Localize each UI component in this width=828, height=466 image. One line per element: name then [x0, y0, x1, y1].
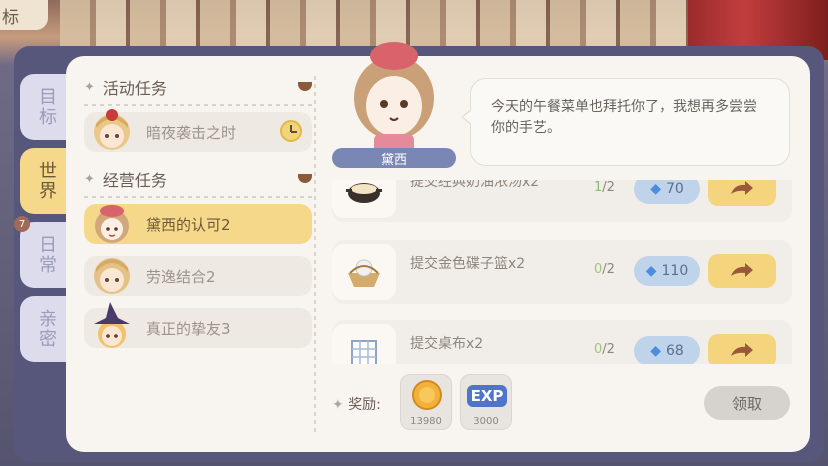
bowl-icon [298, 174, 312, 183]
plate-basket-icon [332, 244, 396, 300]
tab-intimacy-label: 亲密 [36, 309, 57, 349]
business-task-item[interactable]: 真正的挚友3 [84, 302, 312, 348]
tab-world-label: 世界 [36, 161, 57, 201]
quest-row: 提交桌布x2 0/2 ◆ 68 [332, 320, 792, 364]
daisy-avatar [88, 198, 136, 246]
go-button[interactable] [708, 180, 776, 206]
reward-label: ✦ 奖励: [332, 397, 381, 413]
arrow-right-icon [731, 343, 753, 357]
column-divider [314, 76, 316, 436]
star-icon: ✦ [84, 79, 95, 95]
business-task-item[interactable]: 劳逸结合2 [84, 256, 312, 296]
activity-section-header: ✦ 活动任务 [84, 72, 312, 102]
tablecloth-icon [332, 324, 396, 364]
gem-reward: ◆ 70 [634, 180, 700, 204]
star-icon: ✦ [84, 171, 95, 187]
coin-icon [412, 380, 442, 410]
quest-list[interactable]: 提交经典奶油浓汤x2 1/2 ◆ 70 提交金色碟子篮x2 0/2 ◆ 110 … [332, 180, 794, 364]
sparkle-icon: ✦ [332, 397, 344, 413]
business-section-header: ✦ 经营任务 [84, 164, 312, 194]
business-task-item[interactable]: 黛西的认可2 [84, 204, 312, 244]
coin-reward[interactable]: 13980 [400, 374, 452, 430]
activity-section-title: 活动任务 [102, 79, 167, 98]
quest-row: 提交经典奶油浓汤x2 1/2 ◆ 70 [332, 180, 792, 222]
gem-reward: ◆ 110 [634, 256, 700, 286]
arrow-right-icon [731, 263, 753, 277]
exp-icon: EXP [467, 385, 507, 407]
tab-goals-label: 目标 [36, 87, 57, 127]
go-button[interactable] [708, 254, 776, 288]
exp-reward[interactable]: EXP 3000 [460, 374, 512, 430]
dialog-bubble: 今天的午餐菜单也拜托你了，我想再多尝尝你的手艺。 [461, 78, 790, 166]
dialog-text: 今天的午餐菜单也拜托你了，我想再多尝尝你的手艺。 [491, 99, 757, 136]
quest-panel: ✦ 活动任务 暗夜袭击之时 ✦ 经营任务 黛西的认可2 劳逸结合2 真正的挚友3… [66, 42, 810, 452]
arrow-right-icon [731, 181, 753, 195]
go-button[interactable] [708, 334, 776, 364]
coin-amount: 13980 [410, 416, 442, 427]
tab-daily[interactable]: 7 日常 [14, 216, 72, 288]
npc-nameplate: 黛西 [332, 148, 456, 168]
divider [84, 104, 312, 106]
tab-daily-label: 日常 [36, 235, 57, 275]
quest-progress: 1/2 [594, 180, 615, 195]
divider [84, 196, 312, 198]
diamond-icon: ◆ [650, 343, 661, 359]
tab-intimacy[interactable]: 亲密 [20, 296, 72, 362]
quest-description: 提交桌布x2 [410, 336, 484, 352]
corner-tab[interactable]: 标 [0, 0, 48, 30]
alarm-clock-icon [280, 120, 302, 142]
business-task-label: 真正的挚友3 [146, 319, 231, 338]
claim-button[interactable]: 领取 [704, 386, 790, 420]
exp-amount: 3000 [473, 416, 499, 427]
activity-task-label: 暗夜袭击之时 [146, 123, 237, 142]
quest-description: 提交金色碟子篮x2 [410, 256, 526, 272]
activity-task-item[interactable]: 暗夜袭击之时 [84, 109, 312, 152]
quest-progress: 0/2 [594, 342, 615, 357]
diamond-icon: ◆ [645, 263, 657, 279]
business-task-label: 黛西的认可2 [146, 215, 231, 234]
witch-avatar [88, 302, 136, 350]
business-section-title: 经营任务 [102, 171, 167, 190]
blonde-girl-avatar [88, 250, 136, 298]
diamond-icon: ◆ [650, 181, 661, 197]
task-list: ✦ 活动任务 暗夜袭击之时 ✦ 经营任务 黛西的认可2 劳逸结合2 真正的挚友3 [84, 72, 312, 360]
bowl-icon [298, 82, 312, 91]
tab-world[interactable]: 世界 [20, 148, 72, 214]
daisy-portrait [344, 36, 444, 156]
gem-reward: ◆ 68 [634, 336, 700, 364]
blonde-girl-avatar [88, 106, 136, 154]
tab-goals[interactable]: 目标 [20, 74, 72, 140]
soup-pot-icon [332, 180, 396, 218]
quest-row: 提交金色碟子篮x2 0/2 ◆ 110 [332, 240, 792, 304]
quest-progress: 0/2 [594, 262, 615, 277]
business-task-label: 劳逸结合2 [146, 267, 216, 286]
quest-description: 提交经典奶油浓汤x2 [410, 180, 540, 190]
daily-badge: 7 [14, 216, 30, 232]
